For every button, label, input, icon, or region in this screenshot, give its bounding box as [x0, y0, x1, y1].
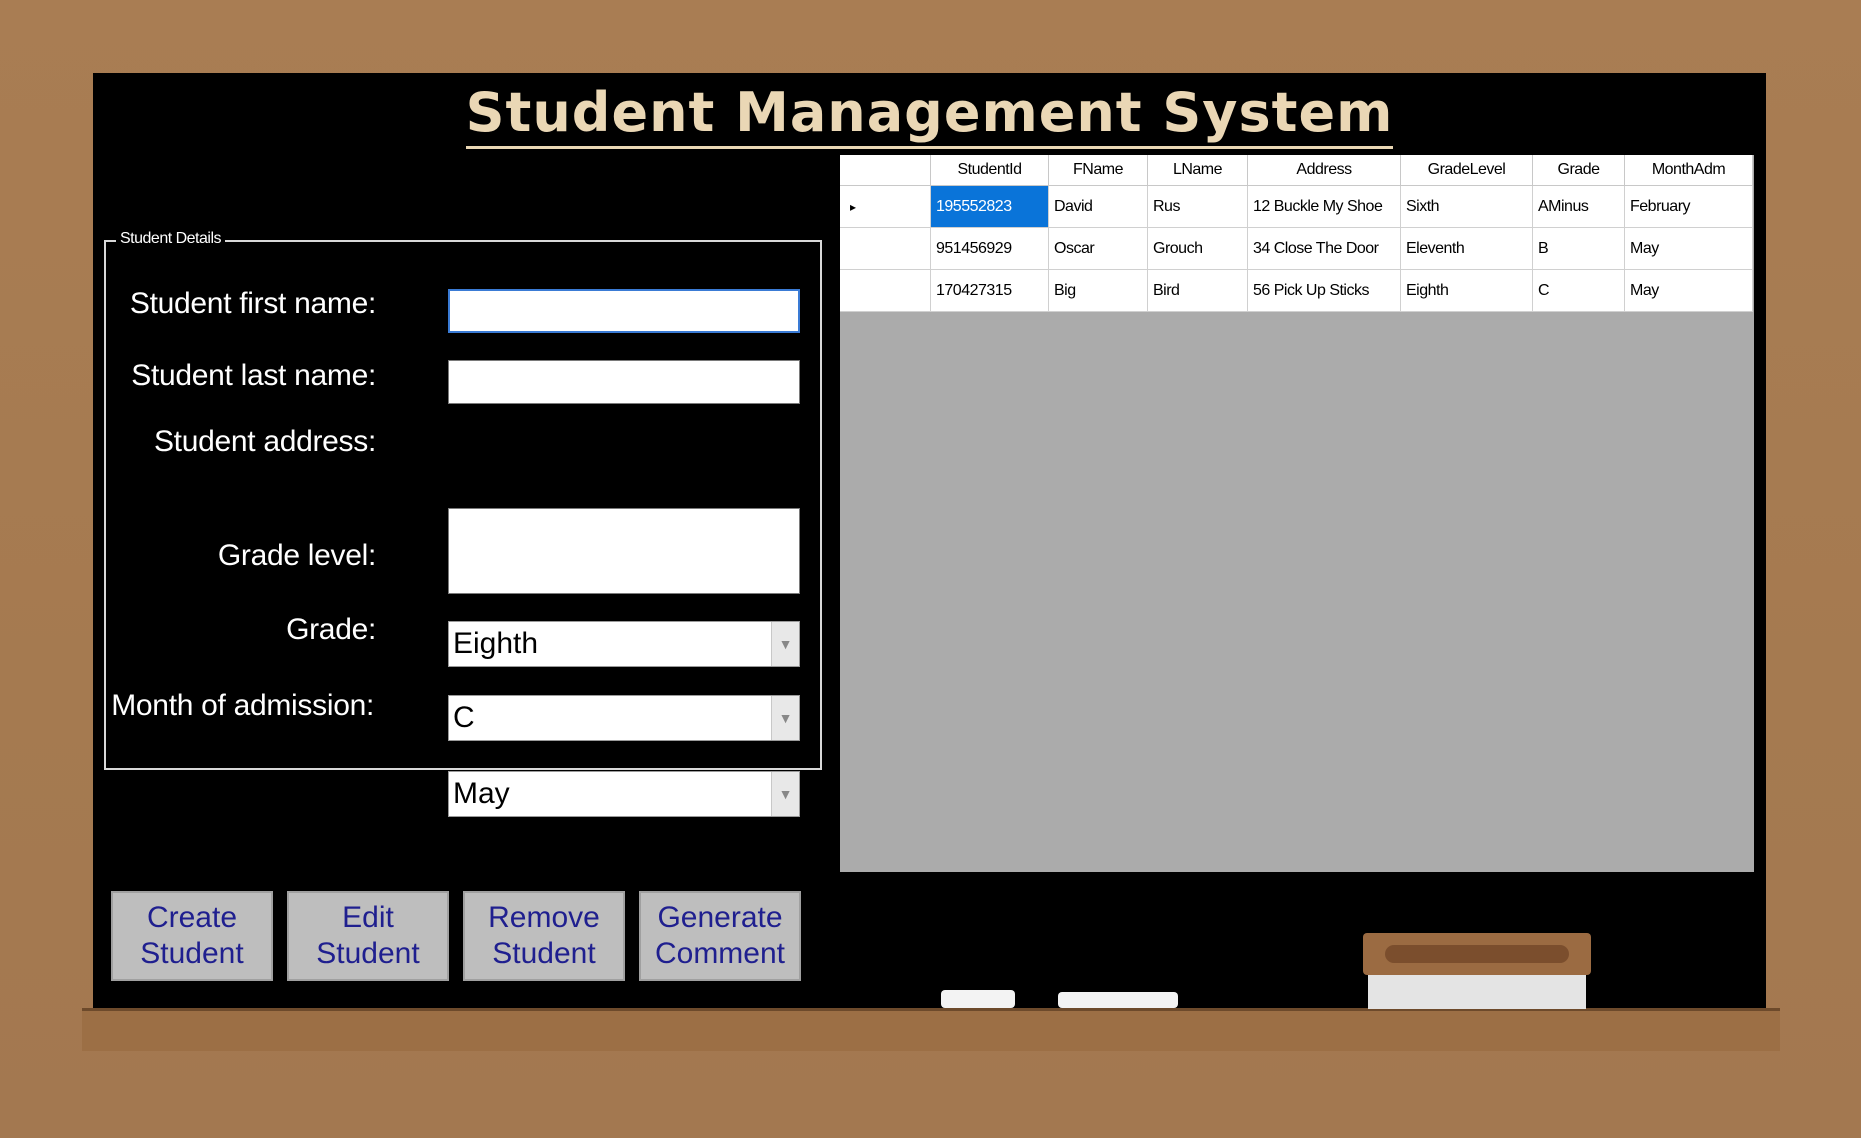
col-header-grade[interactable]: Grade [1532, 155, 1625, 186]
page-title-text: Student Management System [465, 81, 1394, 149]
chalk-ledge [82, 1008, 1780, 1051]
table-cell[interactable]: B [1532, 227, 1625, 270]
chevron-down-icon[interactable]: ▼ [771, 696, 799, 740]
table-row[interactable]: ▸ 195552823 David Rus 12 Buckle My Shoe … [840, 185, 1753, 228]
table-cell[interactable]: Eighth [1400, 269, 1533, 312]
table-cell[interactable]: Big [1048, 269, 1148, 312]
table-cell[interactable]: 951456929 [930, 227, 1049, 270]
remove-student-button[interactable]: Remove Student [463, 891, 625, 981]
eraser-pad [1368, 975, 1586, 1009]
table-cell[interactable]: Sixth [1400, 185, 1533, 228]
table-cell[interactable]: May [1624, 269, 1753, 312]
table-cell[interactable]: May [1624, 227, 1753, 270]
table-cell[interactable]: AMinus [1532, 185, 1625, 228]
month-value: May [453, 777, 510, 810]
table-header-row: StudentId FName LName Address GradeLevel… [840, 155, 1753, 186]
col-header-studentid[interactable]: StudentId [930, 155, 1049, 186]
page-title: Student Management System [93, 81, 1766, 149]
table-cell[interactable]: 34 Close The Door [1247, 227, 1401, 270]
generate-comment-button[interactable]: Generate Comment [639, 891, 801, 981]
table-cell[interactable]: February [1624, 185, 1753, 228]
address-field[interactable] [448, 508, 800, 594]
row-header[interactable] [840, 269, 931, 312]
table-row[interactable]: 951456929 Oscar Grouch 34 Close The Door… [840, 227, 1753, 270]
table-cell[interactable]: 12 Buckle My Shoe [1247, 185, 1401, 228]
table-cell[interactable]: David [1048, 185, 1148, 228]
table-cell[interactable]: 170427315 [930, 269, 1049, 312]
grade-level-label: Grade level: [217, 539, 376, 572]
edit-student-button[interactable]: Edit Student [287, 891, 449, 981]
table-row[interactable]: 170427315 Big Bird 56 Pick Up Sticks Eig… [840, 269, 1753, 312]
student-details-group: Student Details Student first name: Stud… [104, 230, 822, 817]
chalk-piece [941, 990, 1015, 1008]
chalk-piece [1058, 992, 1178, 1008]
table-cell[interactable]: Bird [1147, 269, 1248, 312]
col-header-lname[interactable]: LName [1147, 155, 1248, 186]
students-grid[interactable]: StudentId FName LName Address GradeLevel… [840, 155, 1754, 872]
row-header[interactable]: ▸ [840, 185, 931, 228]
col-header-monthadm[interactable]: MonthAdm [1624, 155, 1753, 186]
last-name-field[interactable] [448, 360, 800, 404]
row-header-corner [840, 155, 931, 186]
students-table: StudentId FName LName Address GradeLevel… [840, 155, 1753, 312]
month-label: Month of admission: [111, 689, 374, 722]
col-header-gradelevel[interactable]: GradeLevel [1400, 155, 1533, 186]
last-name-label: Student last name: [131, 359, 376, 392]
month-select[interactable]: May ▼ [448, 771, 800, 817]
grade-label: Grade: [286, 613, 376, 646]
grade-value: C [453, 701, 475, 734]
table-cell[interactable]: C [1532, 269, 1625, 312]
row-pointer-icon: ▸ [850, 199, 856, 214]
col-header-fname[interactable]: FName [1048, 155, 1148, 186]
first-name-label: Student first name: [129, 287, 376, 320]
col-header-address[interactable]: Address [1247, 155, 1401, 186]
chevron-down-icon[interactable]: ▼ [771, 772, 799, 816]
table-cell[interactable]: Eleventh [1400, 227, 1533, 270]
grade-level-select[interactable]: Eighth ▼ [448, 621, 800, 667]
chevron-down-icon[interactable]: ▼ [771, 622, 799, 666]
row-header[interactable] [840, 227, 931, 270]
table-cell[interactable]: 56 Pick Up Sticks [1247, 269, 1401, 312]
table-cell[interactable]: Oscar [1048, 227, 1148, 270]
table-cell[interactable]: Rus [1147, 185, 1248, 228]
chalkboard: Student Management System Student Detail… [93, 73, 1766, 1010]
create-student-button[interactable]: Create Student [111, 891, 273, 981]
first-name-field[interactable] [448, 289, 800, 333]
address-label: Student address: [153, 425, 376, 458]
grade-level-value: Eighth [453, 627, 539, 660]
group-legend: Student Details [116, 230, 226, 248]
table-cell[interactable]: 195552823 [930, 185, 1049, 228]
eraser-handle [1363, 933, 1591, 975]
grade-select[interactable]: C ▼ [448, 695, 800, 741]
table-cell[interactable]: Grouch [1147, 227, 1248, 270]
